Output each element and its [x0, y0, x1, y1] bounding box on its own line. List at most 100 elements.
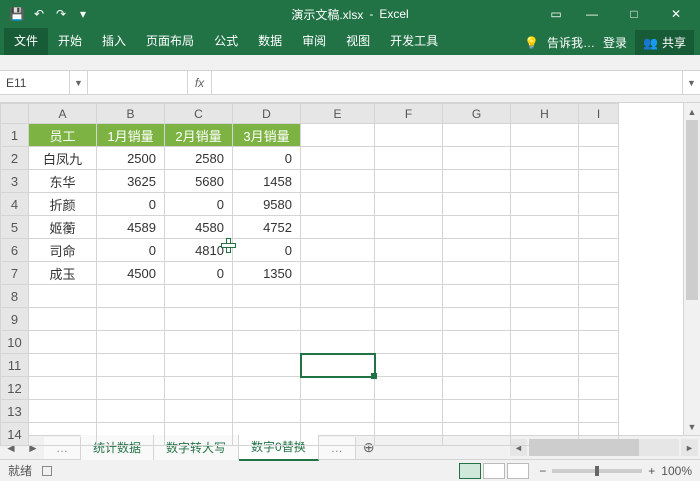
cell[interactable]: 5680	[165, 170, 233, 193]
share-button[interactable]: 👥 共享	[635, 30, 694, 55]
cell[interactable]	[301, 239, 375, 262]
cell[interactable]: 白凤九	[29, 147, 97, 170]
cell[interactable]: 1350	[233, 262, 301, 285]
tab-file[interactable]: 文件	[4, 27, 48, 55]
col-header[interactable]: A	[29, 104, 97, 124]
cell[interactable]	[97, 331, 165, 354]
close-button[interactable]: ✕	[656, 0, 696, 28]
redo-icon[interactable]: ↷	[52, 5, 70, 23]
cell[interactable]	[375, 377, 443, 400]
cell[interactable]	[511, 262, 579, 285]
save-icon[interactable]: 💾	[8, 5, 26, 23]
cell[interactable]	[511, 147, 579, 170]
cell[interactable]	[165, 423, 233, 446]
cell[interactable]	[97, 308, 165, 331]
row-header[interactable]: 7	[1, 262, 29, 285]
scroll-down-icon[interactable]: ▼	[684, 418, 700, 435]
cell[interactable]: 东华	[29, 170, 97, 193]
cell[interactable]	[443, 239, 511, 262]
cell[interactable]	[97, 377, 165, 400]
tab-layout[interactable]: 页面布局	[136, 27, 204, 55]
cell[interactable]	[511, 170, 579, 193]
tab-view[interactable]: 视图	[336, 27, 380, 55]
fx-icon[interactable]: fx	[188, 71, 212, 94]
cell[interactable]	[511, 377, 579, 400]
tell-me[interactable]: 告诉我…	[547, 34, 595, 51]
cell[interactable]	[511, 354, 579, 377]
cell[interactable]	[165, 354, 233, 377]
cell[interactable]	[29, 331, 97, 354]
cell[interactable]	[579, 147, 619, 170]
cell[interactable]	[301, 308, 375, 331]
col-header[interactable]: F	[375, 104, 443, 124]
cell[interactable]	[233, 423, 301, 446]
cell[interactable]	[443, 400, 511, 423]
cell[interactable]	[301, 170, 375, 193]
row-header[interactable]: 14	[1, 423, 29, 446]
cell[interactable]	[443, 216, 511, 239]
cell[interactable]	[375, 331, 443, 354]
cell[interactable]: 员工	[29, 124, 97, 147]
col-header[interactable]: H	[511, 104, 579, 124]
cell[interactable]: 司命	[29, 239, 97, 262]
cell[interactable]	[443, 170, 511, 193]
cell[interactable]	[165, 285, 233, 308]
cell[interactable]	[579, 377, 619, 400]
cell[interactable]	[443, 354, 511, 377]
cell[interactable]	[375, 285, 443, 308]
cell[interactable]: 2500	[97, 147, 165, 170]
cell[interactable]: 0	[165, 262, 233, 285]
col-header[interactable]: B	[97, 104, 165, 124]
formula-expand-icon[interactable]: ▼	[682, 71, 700, 94]
cell[interactable]	[165, 331, 233, 354]
cell[interactable]	[97, 285, 165, 308]
undo-icon[interactable]: ↶	[30, 5, 48, 23]
cell[interactable]	[443, 331, 511, 354]
cell[interactable]	[301, 124, 375, 147]
zoom-out-button[interactable]: −	[539, 464, 546, 478]
cell[interactable]	[579, 308, 619, 331]
cell[interactable]: 折颜	[29, 193, 97, 216]
tab-review[interactable]: 审阅	[292, 27, 336, 55]
zoom-level[interactable]: 100%	[661, 464, 692, 478]
row-header[interactable]: 5	[1, 216, 29, 239]
row-header[interactable]: 12	[1, 377, 29, 400]
row-header[interactable]: 3	[1, 170, 29, 193]
formula-input[interactable]	[212, 71, 682, 94]
cell[interactable]	[443, 262, 511, 285]
cell[interactable]	[443, 377, 511, 400]
cell[interactable]: 0	[165, 193, 233, 216]
cell[interactable]: 2580	[165, 147, 233, 170]
cell[interactable]: 9580	[233, 193, 301, 216]
row-header[interactable]: 13	[1, 400, 29, 423]
cell[interactable]	[375, 423, 443, 446]
tab-formulas[interactable]: 公式	[204, 27, 248, 55]
cell[interactable]	[29, 400, 97, 423]
scroll-up-icon[interactable]: ▲	[684, 103, 700, 120]
cell[interactable]	[301, 193, 375, 216]
cell[interactable]	[511, 124, 579, 147]
row-header[interactable]: 2	[1, 147, 29, 170]
cell[interactable]	[233, 285, 301, 308]
cell[interactable]	[579, 354, 619, 377]
cell[interactable]: 4580	[165, 216, 233, 239]
cell[interactable]	[375, 147, 443, 170]
cell[interactable]	[233, 331, 301, 354]
cell[interactable]	[29, 285, 97, 308]
cell[interactable]	[233, 308, 301, 331]
vertical-scrollbar[interactable]: ▲ ▼	[683, 103, 700, 435]
tab-data[interactable]: 数据	[248, 27, 292, 55]
cell[interactable]: 1458	[233, 170, 301, 193]
cell[interactable]	[301, 400, 375, 423]
tab-home[interactable]: 开始	[48, 27, 92, 55]
zoom-in-button[interactable]: +	[648, 464, 655, 478]
cell[interactable]: 1月销量	[97, 124, 165, 147]
ribbon-options-icon[interactable]: ▭	[542, 0, 570, 28]
cell[interactable]	[375, 124, 443, 147]
cell[interactable]	[443, 147, 511, 170]
cell[interactable]	[579, 239, 619, 262]
cell[interactable]: 成玉	[29, 262, 97, 285]
cell[interactable]	[579, 285, 619, 308]
col-header[interactable]: G	[443, 104, 511, 124]
cell[interactable]	[511, 308, 579, 331]
